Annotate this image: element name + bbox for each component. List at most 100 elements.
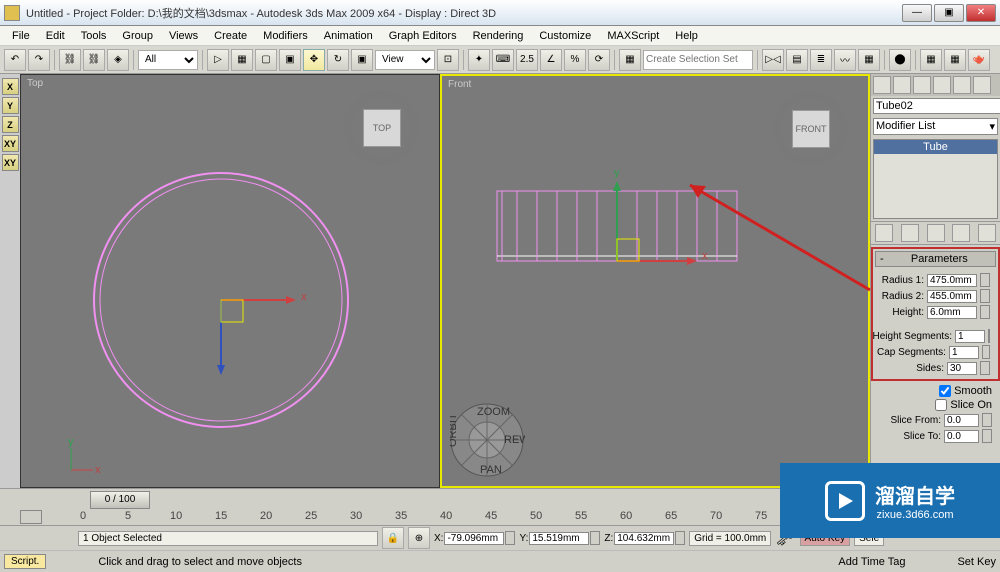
link-button[interactable]: ⛓ — [59, 49, 81, 71]
ref-coord-system[interactable]: View — [375, 50, 435, 70]
menu-help[interactable]: Help — [667, 28, 706, 44]
layer-button[interactable]: ≣ — [810, 49, 832, 71]
keyboard-button[interactable]: ⌨ — [492, 49, 514, 71]
named-selset-button[interactable]: ▦ — [619, 49, 641, 71]
use-center-button[interactable]: ⊡ — [437, 49, 459, 71]
heightsegs-spinner[interactable] — [988, 329, 990, 343]
menu-group[interactable]: Group — [114, 28, 161, 44]
viewport-front[interactable]: Front y — [440, 74, 870, 488]
radius1-spinner[interactable] — [980, 273, 990, 287]
undo-button[interactable]: ↶ — [4, 49, 26, 71]
axis-y-button[interactable]: Y — [2, 97, 19, 114]
configure-button[interactable] — [978, 224, 996, 242]
radius1-input[interactable] — [927, 274, 977, 287]
slicefrom-spinner[interactable] — [982, 413, 992, 427]
display-tab[interactable] — [953, 76, 971, 94]
select-button[interactable]: ▷ — [207, 49, 229, 71]
mirror-button[interactable]: ▷◁ — [762, 49, 784, 71]
selection-filter[interactable]: All — [138, 50, 198, 70]
close-button[interactable]: ✕ — [966, 4, 996, 22]
abs-rel-button[interactable]: ⊕ — [408, 527, 430, 549]
coord-x-input[interactable] — [444, 532, 504, 545]
select-name-button[interactable]: ▦ — [231, 49, 253, 71]
heightsegs-input[interactable] — [955, 330, 985, 343]
manipulate-button[interactable]: ✦ — [468, 49, 490, 71]
viewcube-front[interactable]: FRONT — [773, 91, 848, 166]
select-rect-button[interactable]: ▢ — [255, 49, 277, 71]
modify-tab[interactable] — [893, 76, 911, 94]
modifier-list-dropdown[interactable]: Modifier List▾ — [873, 118, 998, 135]
add-time-tag[interactable]: Add Time Tag — [838, 556, 905, 568]
height-spinner[interactable] — [980, 305, 990, 319]
redo-button[interactable]: ↷ — [28, 49, 50, 71]
motion-tab[interactable] — [933, 76, 951, 94]
maximize-button[interactable]: ▣ — [934, 4, 964, 22]
select-scale-button[interactable]: ▣ — [351, 49, 373, 71]
coord-y-input[interactable] — [529, 532, 589, 545]
axis-xy2-button[interactable]: XY — [2, 154, 19, 171]
schematic-button[interactable]: ▦ — [858, 49, 880, 71]
radius2-spinner[interactable] — [980, 289, 990, 303]
menu-views[interactable]: Views — [161, 28, 206, 44]
sliceto-spinner[interactable] — [982, 429, 992, 443]
render-button[interactable]: 🫖 — [968, 49, 990, 71]
track-bar-toggle[interactable] — [20, 510, 42, 524]
sides-input[interactable] — [947, 362, 977, 375]
angle-snap-button[interactable]: ∠ — [540, 49, 562, 71]
align-button[interactable]: ▤ — [786, 49, 808, 71]
menu-create[interactable]: Create — [206, 28, 255, 44]
axis-xy-button[interactable]: XY — [2, 135, 19, 152]
slicefrom-input[interactable] — [944, 414, 979, 427]
menu-tools[interactable]: Tools — [73, 28, 115, 44]
render-setup-button[interactable]: ▦ — [920, 49, 942, 71]
remove-mod-button[interactable] — [952, 224, 970, 242]
select-move-button[interactable]: ✥ — [303, 49, 325, 71]
unique-button[interactable] — [927, 224, 945, 242]
select-rotate-button[interactable]: ↻ — [327, 49, 349, 71]
show-end-button[interactable] — [901, 224, 919, 242]
select-window-button[interactable]: ▣ — [279, 49, 301, 71]
menu-customize[interactable]: Customize — [531, 28, 599, 44]
sliceto-input[interactable] — [944, 430, 979, 443]
percent-snap-button[interactable]: % — [564, 49, 586, 71]
object-name-input[interactable] — [873, 98, 1000, 114]
menu-animation[interactable]: Animation — [316, 28, 381, 44]
coord-z-input[interactable] — [614, 532, 674, 545]
sliceon-checkbox[interactable] — [935, 399, 947, 411]
capsegs-input[interactable] — [949, 346, 979, 359]
parameters-rollout-header[interactable]: - Parameters — [875, 251, 996, 267]
menu-maxscript[interactable]: MAXScript — [599, 28, 667, 44]
minimize-button[interactable]: — — [902, 4, 932, 22]
time-slider-handle[interactable]: 0 / 100 — [90, 491, 150, 509]
create-tab[interactable] — [873, 76, 891, 94]
lock-selection-button[interactable]: 🔒 — [382, 527, 404, 549]
menu-edit[interactable]: Edit — [38, 28, 73, 44]
menu-file[interactable]: File — [4, 28, 38, 44]
smooth-checkbox[interactable] — [939, 385, 951, 397]
axis-z-button[interactable]: Z — [2, 116, 19, 133]
render-frame-button[interactable]: ▦ — [944, 49, 966, 71]
radius2-input[interactable] — [927, 290, 977, 303]
setkey-button[interactable]: Set Key — [957, 556, 996, 568]
menu-rendering[interactable]: Rendering — [465, 28, 532, 44]
height-input[interactable] — [927, 306, 977, 319]
utilities-tab[interactable] — [973, 76, 991, 94]
axis-x-button[interactable]: X — [2, 78, 19, 95]
steering-wheel[interactable]: ZOOM PAN ORBIT REWIND — [450, 403, 525, 478]
script-label[interactable]: Script. — [4, 554, 46, 569]
hierarchy-tab[interactable] — [913, 76, 931, 94]
curve-editor-button[interactable]: 〰 — [834, 49, 856, 71]
material-editor-button[interactable]: ⬤ — [889, 49, 911, 71]
stack-item-tube[interactable]: Tube — [874, 140, 997, 154]
pin-stack-button[interactable] — [875, 224, 893, 242]
spinner-snap-button[interactable]: ⟳ — [588, 49, 610, 71]
capsegs-spinner[interactable] — [982, 345, 990, 359]
snap-button[interactable]: 2.5 — [516, 49, 538, 71]
modifier-stack[interactable]: Tube — [873, 139, 998, 219]
menu-grapheditors[interactable]: Graph Editors — [381, 28, 465, 44]
selset-input[interactable] — [643, 50, 753, 70]
menu-modifiers[interactable]: Modifiers — [255, 28, 316, 44]
viewcube-top[interactable]: TOP — [344, 90, 419, 165]
unlink-button[interactable]: ⛓ — [83, 49, 105, 71]
sides-spinner[interactable] — [980, 361, 990, 375]
